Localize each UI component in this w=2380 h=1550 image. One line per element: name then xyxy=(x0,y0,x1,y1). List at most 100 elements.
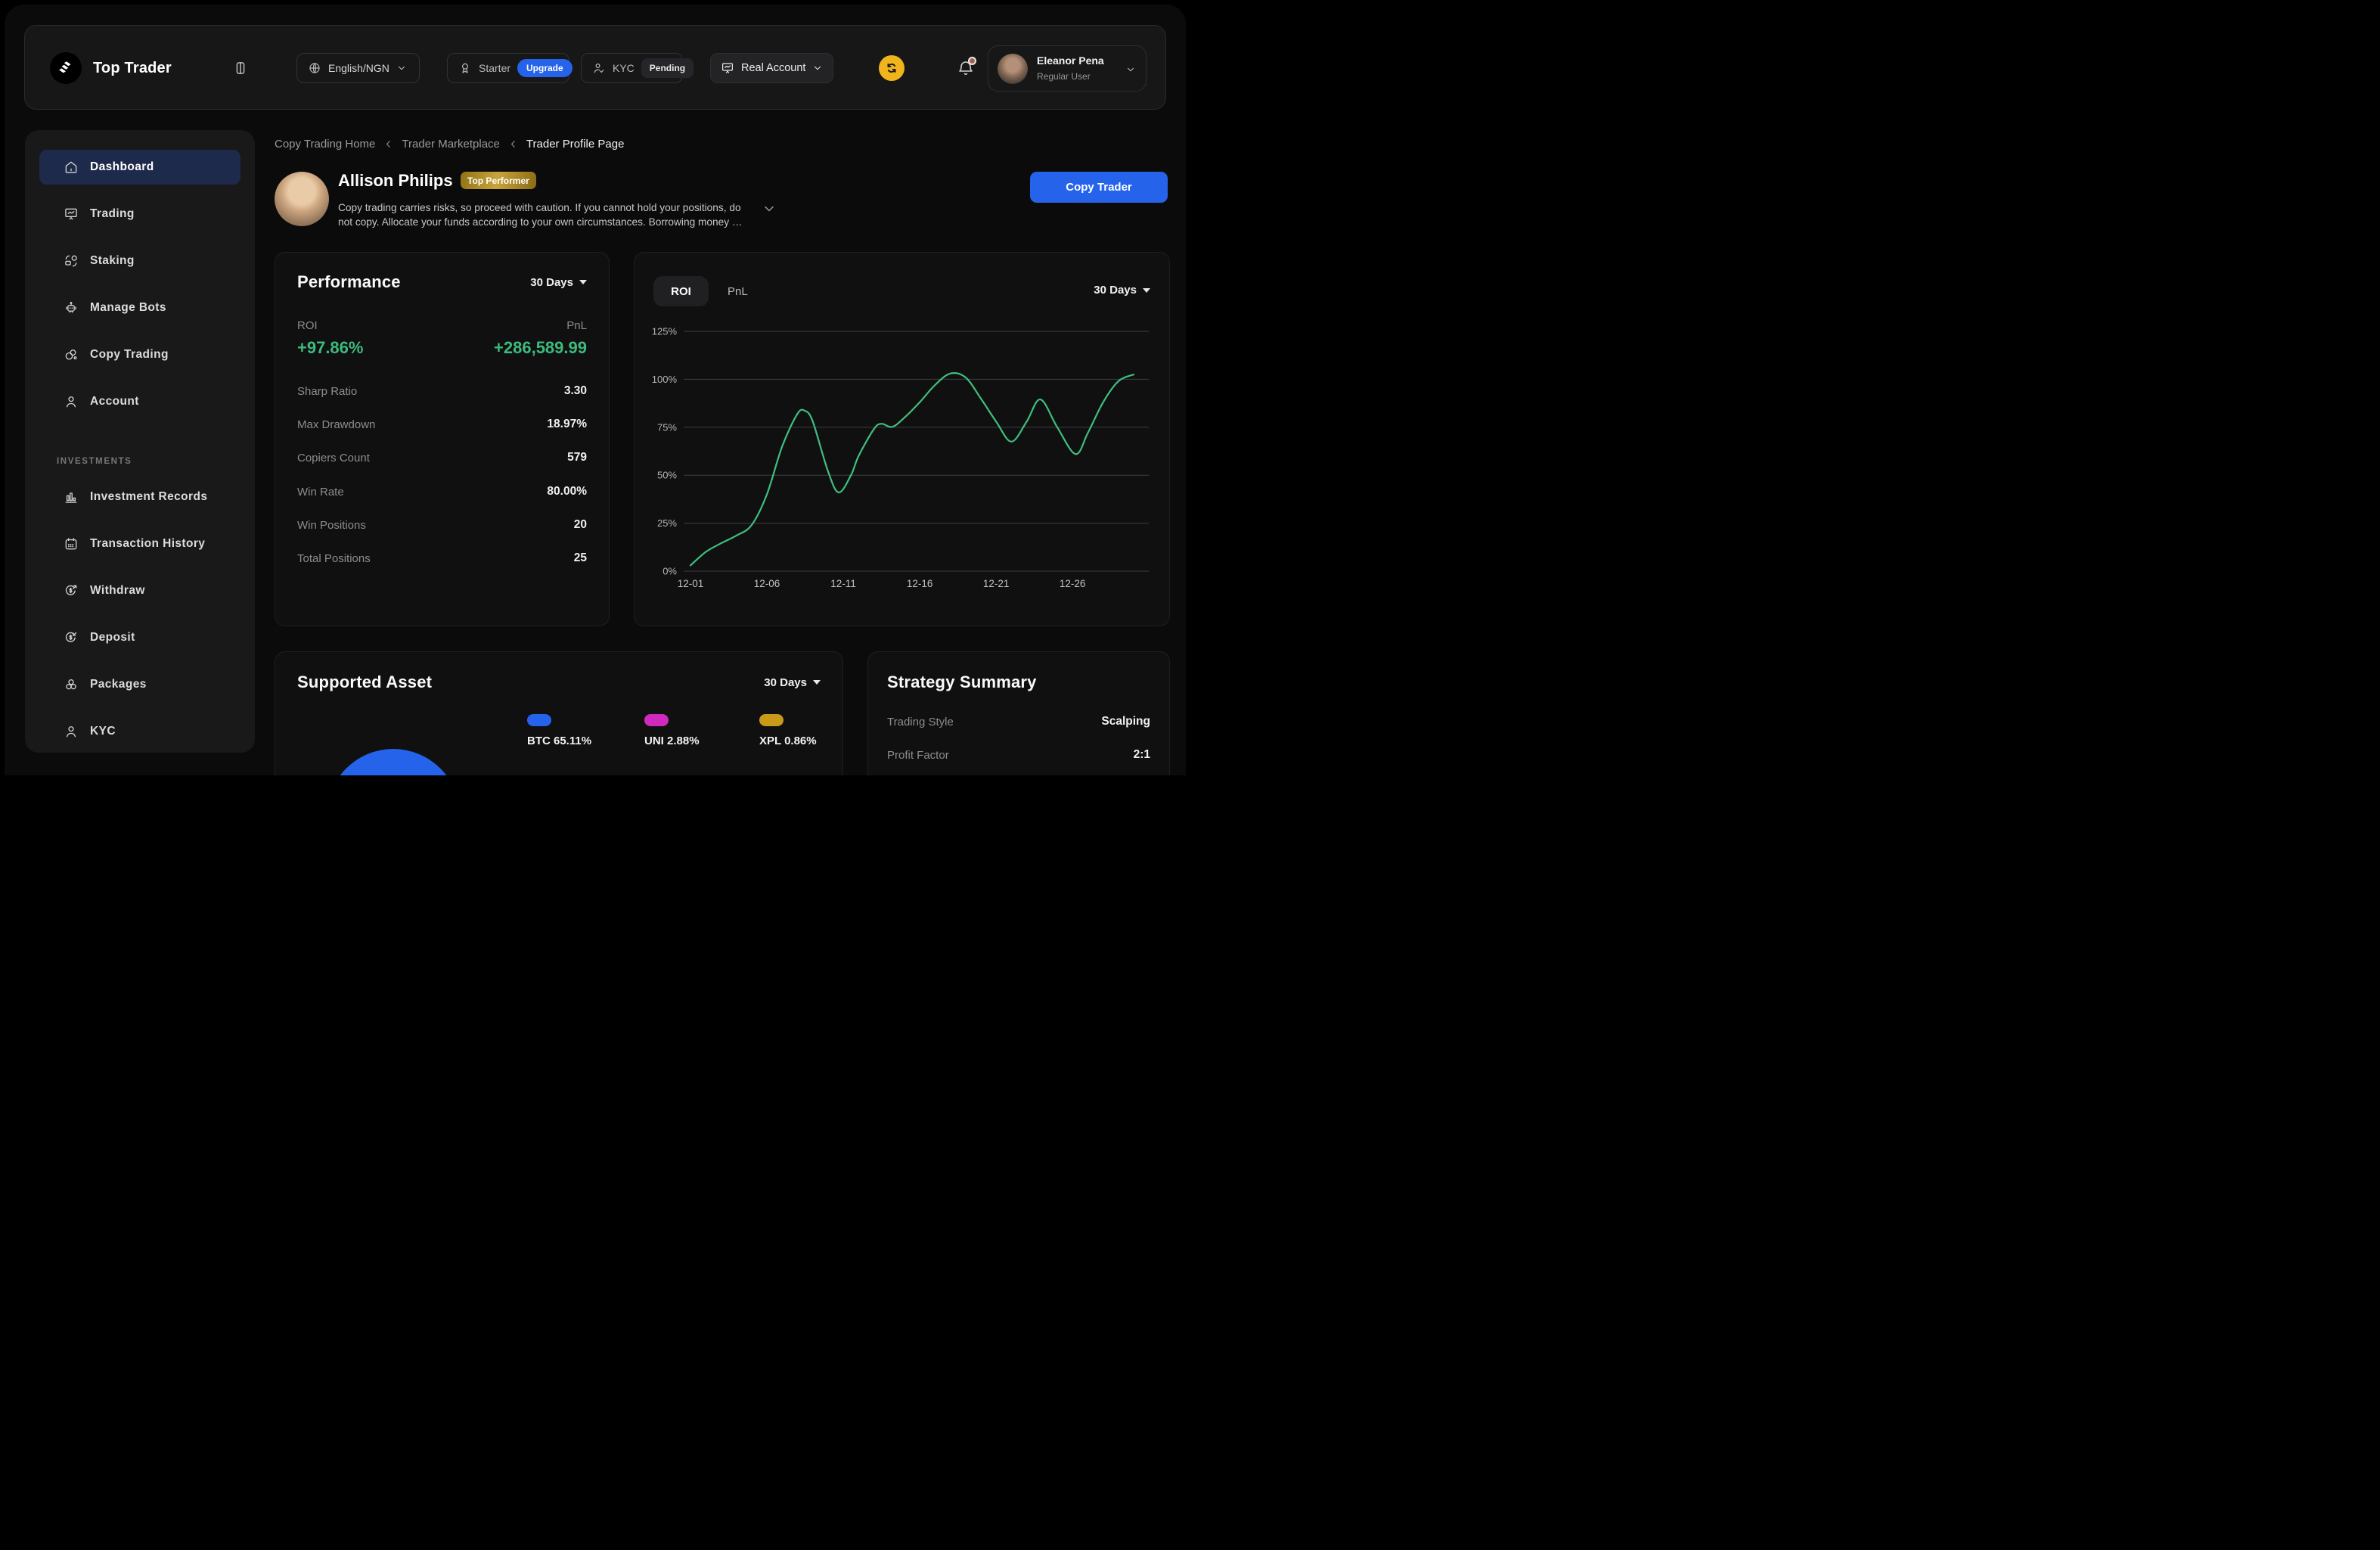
pnl-label: PnL xyxy=(566,319,587,332)
stat-row: Total Positions25 xyxy=(297,551,587,565)
supported-asset-title: Supported Asset xyxy=(297,672,432,692)
award-icon xyxy=(458,61,472,75)
breadcrumb: Copy Trading Home Trader Marketplace Tra… xyxy=(275,138,624,151)
account-mode-select[interactable]: Real Account xyxy=(710,53,833,83)
bot-icon xyxy=(64,300,79,315)
withdraw-icon xyxy=(64,583,79,598)
stat-row: Win Rate80.00% xyxy=(297,485,587,499)
sidebar-item-label: Manage Bots xyxy=(90,301,166,315)
presentation-chart-icon xyxy=(64,207,79,222)
logo-glyph-icon xyxy=(57,59,75,77)
sidebar-item-packages[interactable]: Packages xyxy=(39,667,240,702)
chart-range-select[interactable]: 30 Days xyxy=(1094,284,1150,297)
plan-status: Starter Upgrade xyxy=(447,53,569,83)
chevron-down-icon xyxy=(396,63,407,73)
sidebar-item-manage-bots[interactable]: Manage Bots xyxy=(39,290,240,325)
sidebar-item-label: Copy Trading xyxy=(90,348,169,362)
performance-card: Performance 30 Days ROI PnL +97.86% +286… xyxy=(275,252,610,626)
roi-value: +97.86% xyxy=(297,338,363,358)
notifications-button[interactable] xyxy=(957,59,975,77)
roi-chart-card: ROI PnL 30 Days 0%25%50%75%100%125%12-01… xyxy=(634,252,1170,626)
tab-roi[interactable]: ROI xyxy=(653,276,709,306)
sidebar-item-transaction-history[interactable]: Transaction History xyxy=(39,527,240,561)
refresh-icon xyxy=(884,61,899,76)
btc-legend-label: BTC 65.11% xyxy=(527,735,591,747)
sidebar-item-label: Transaction History xyxy=(90,537,205,551)
sidebar-item-dashboard[interactable]: Dashboard xyxy=(39,150,240,185)
x-tick-label: 12-01 xyxy=(678,578,704,589)
roi-line-chart: 0%25%50%75%100%125%12-0112-0612-1112-161… xyxy=(635,310,1171,625)
breadcrumb-link[interactable]: Copy Trading Home xyxy=(275,138,375,151)
brand-logo xyxy=(50,52,82,84)
sidebar-item-investment-records[interactable]: Investment Records xyxy=(39,480,240,514)
bar-chart-icon xyxy=(64,489,79,505)
brand-name: Top Trader xyxy=(93,26,172,110)
sidebar-item-label: Packages xyxy=(90,678,147,691)
presentation-chart-icon xyxy=(721,61,734,75)
y-tick-label: 50% xyxy=(657,470,677,481)
stat-row: Copiers Count579 xyxy=(297,451,587,464)
sidebar: Dashboard Trading Staking xyxy=(25,130,255,753)
sidebar-item-staking[interactable]: Staking xyxy=(39,244,240,278)
language-selector[interactable]: English/NGN xyxy=(296,53,420,83)
kyc-status: KYC Pending xyxy=(581,53,683,83)
user-name: Eleanor Pena xyxy=(1037,54,1104,67)
account-mode-value: Real Account xyxy=(741,62,805,74)
user-avatar xyxy=(998,54,1028,84)
dropdown-caret-icon xyxy=(813,680,821,685)
y-tick-label: 100% xyxy=(652,374,678,385)
top-performer-badge: Top Performer xyxy=(461,172,536,189)
sidebar-item-label: Dashboard xyxy=(90,160,154,174)
tab-pnl[interactable]: PnL xyxy=(728,276,748,306)
x-tick-label: 12-11 xyxy=(830,578,856,589)
dropdown-caret-icon xyxy=(579,280,587,284)
sidebar-toggle-icon[interactable] xyxy=(233,61,248,76)
uni-legend-label: UNI 2.88% xyxy=(644,735,700,747)
xpl-swatch xyxy=(759,714,784,726)
xpl-legend-label: XPL 0.86% xyxy=(759,735,817,747)
stat-row: Max Drawdown18.97% xyxy=(297,418,587,431)
sidebar-item-label: Account xyxy=(90,395,139,408)
chevron-down-icon xyxy=(1125,64,1136,75)
packages-icon xyxy=(64,677,79,692)
supported-asset-card: Supported Asset 30 Days BTC 65.11% UNI 2… xyxy=(275,651,843,775)
user-role: Regular User xyxy=(1037,71,1091,82)
trader-avatar xyxy=(275,172,329,226)
x-tick-label: 12-16 xyxy=(907,578,933,589)
stat-row: Sharp Ratio3.30 xyxy=(297,384,587,398)
sidebar-item-label: Trading xyxy=(90,207,135,221)
strategy-title: Strategy Summary xyxy=(887,672,1037,692)
plan-label: Starter xyxy=(479,62,510,74)
coins-swap-icon xyxy=(64,253,79,269)
chevron-left-icon xyxy=(383,138,394,150)
strategy-summary-card: Strategy Summary Trading StyleScalping P… xyxy=(867,651,1170,775)
sidebar-item-label: Investment Records xyxy=(90,490,207,504)
sidebar-item-copy-trading[interactable]: Copy Trading xyxy=(39,337,240,372)
chevron-down-icon xyxy=(812,63,823,73)
upgrade-button[interactable]: Upgrade xyxy=(517,59,573,77)
refresh-button[interactable] xyxy=(879,55,905,81)
pnl-value: +286,589.99 xyxy=(494,338,587,358)
x-tick-label: 12-06 xyxy=(754,578,780,589)
roi-line-series xyxy=(690,373,1134,565)
performance-range-select[interactable]: 30 Days xyxy=(530,276,587,289)
user-check-icon xyxy=(592,61,606,75)
user-menu[interactable]: Eleanor Pena Regular User xyxy=(988,45,1147,92)
asset-range-select[interactable]: 30 Days xyxy=(764,676,821,689)
breadcrumb-link[interactable]: Trader Marketplace xyxy=(402,138,500,151)
globe-icon xyxy=(308,61,321,75)
copy-trader-button[interactable]: Copy Trader xyxy=(1030,172,1168,203)
sidebar-item-label: Deposit xyxy=(90,631,135,645)
sidebar-item-withdraw[interactable]: Withdraw xyxy=(39,573,240,608)
sidebar-item-deposit[interactable]: Deposit xyxy=(39,620,240,655)
expand-disclaimer-icon[interactable] xyxy=(762,201,777,216)
sidebar-item-kyc[interactable]: KYC xyxy=(39,714,240,749)
roi-label: ROI xyxy=(297,319,318,332)
user-icon xyxy=(64,394,79,409)
home-icon xyxy=(64,160,79,175)
y-tick-label: 75% xyxy=(657,421,677,433)
sidebar-item-account[interactable]: Account xyxy=(39,384,240,419)
sidebar-item-trading[interactable]: Trading xyxy=(39,197,240,231)
app-canvas: Top Trader English/NGN Start xyxy=(5,5,1186,775)
sidebar-item-label: Staking xyxy=(90,254,135,268)
